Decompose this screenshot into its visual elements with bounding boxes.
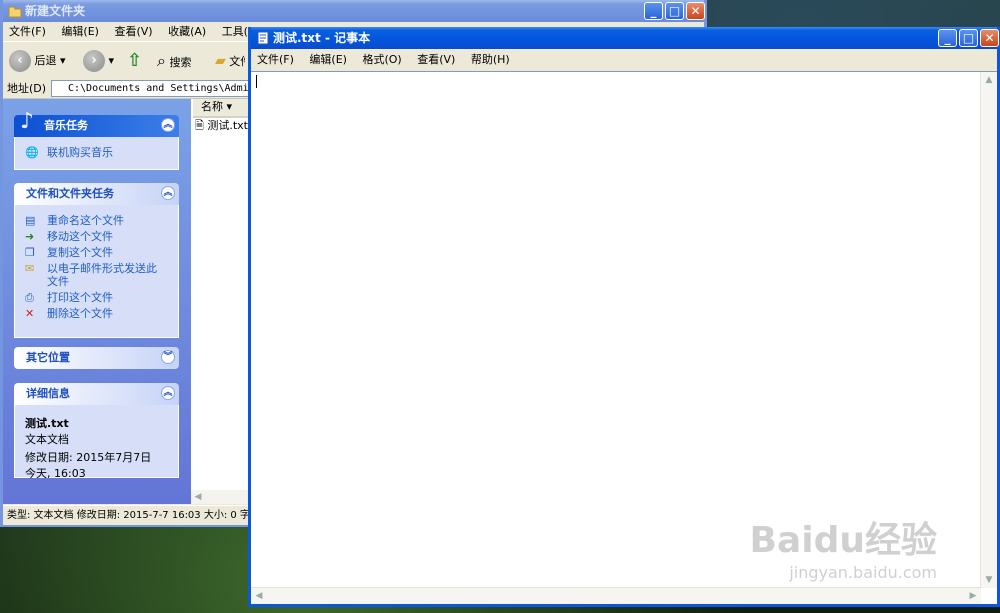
email-icon: ✉ xyxy=(25,262,35,275)
menu-help[interactable]: 帮助(H) xyxy=(465,49,516,70)
back-label: 后退 xyxy=(34,54,57,67)
buy-music-link[interactable]: 🌐 联机购买音乐 xyxy=(25,146,178,159)
globe-icon: 🌐 xyxy=(25,146,39,159)
notepad-titlebar[interactable]: 测试.txt - 记事本 _ □ ✕ xyxy=(251,27,999,49)
copy-label: 复制这个文件 xyxy=(47,246,113,259)
close-button[interactable]: ✕ xyxy=(980,29,999,47)
collapse-chevron-icon[interactable]: ︽ xyxy=(161,186,175,200)
text-caret xyxy=(256,75,257,88)
search-label: 搜索 xyxy=(169,56,192,69)
details-filename: 测试.txt xyxy=(25,417,69,430)
up-button[interactable]: ⇧ xyxy=(127,48,142,74)
details-modified: 修改日期: 2015年7月7日今天, 16:03 xyxy=(25,451,152,480)
expand-chevron-icon[interactable]: ︾ xyxy=(161,350,175,364)
email-label: 以电子邮件形式发送此文件 xyxy=(47,262,157,288)
file-tasks-title: 文件和文件夹任务 xyxy=(26,187,114,200)
music-tasks-title: 音乐任务 xyxy=(44,119,88,132)
printer-icon: ⎙ xyxy=(25,291,34,304)
editor-vscrollbar[interactable]: ▲ ▼ xyxy=(980,72,997,588)
file-item[interactable]: 🗎 测试.txt xyxy=(195,117,248,136)
search-button[interactable]: ⌕ 搜索 xyxy=(157,48,191,74)
music-tasks-body: 🌐 联机购买音乐 xyxy=(14,137,179,170)
back-arrow-icon: ‹ xyxy=(9,50,31,72)
move-file-link[interactable]: ➜ 移动这个文件 xyxy=(25,230,178,243)
folders-button[interactable]: ▰ 文件夹 xyxy=(215,48,245,74)
copy-file-link[interactable]: ❐ 复制这个文件 xyxy=(25,246,178,259)
forward-arrow-icon: › xyxy=(83,50,105,72)
delete-file-link[interactable]: ✕ 删除这个文件 xyxy=(25,307,178,320)
details-panel: 详细信息 ︽ 测试.txt 文本文档 修改日期: 2015年7月7日今天, 16… xyxy=(14,383,179,480)
print-label: 打印这个文件 xyxy=(47,291,113,304)
text-file-icon: 🗎 xyxy=(195,119,204,132)
music-note-icon: ♪ xyxy=(20,109,35,134)
copy-icon: ❐ xyxy=(25,246,35,259)
file-tasks-header[interactable]: 文件和文件夹任务 ︽ xyxy=(14,183,179,205)
rename-icon: ▤ xyxy=(25,214,36,227)
up-folder-icon: ⇧ xyxy=(127,50,143,71)
maximize-button[interactable]: □ xyxy=(665,2,684,20)
baidu-watermark: Baidu经验 jingyan.baidu.com xyxy=(750,511,937,582)
menu-file[interactable]: 文件(F) xyxy=(251,49,300,70)
delete-label: 删除这个文件 xyxy=(47,307,113,320)
other-places-title: 其它位置 xyxy=(26,351,70,364)
editor-hscrollbar[interactable]: ◀ ▶ xyxy=(251,587,981,604)
folders-label: 文件夹 xyxy=(229,55,245,68)
rename-label: 重命名这个文件 xyxy=(47,214,124,227)
move-icon: ➜ xyxy=(25,230,35,243)
other-places-panel: 其它位置 ︾ xyxy=(14,347,179,369)
menu-view[interactable]: 查看(V) xyxy=(411,49,461,70)
notepad-window: 测试.txt - 记事本 _ □ ✕ 文件(F) 编辑(E) 格式(O) 查看(… xyxy=(248,27,1000,607)
buy-music-label: 联机购买音乐 xyxy=(47,146,113,159)
maximize-button[interactable]: □ xyxy=(959,29,978,47)
scroll-right-arrow-icon[interactable]: ▶ xyxy=(966,589,980,603)
forward-button[interactable]: › ▾ xyxy=(83,48,114,74)
scroll-up-arrow-icon[interactable]: ▲ xyxy=(982,73,996,87)
back-button[interactable]: ‹ 后退 ▾ xyxy=(9,48,66,74)
scroll-left-arrow-icon[interactable]: ◀ xyxy=(191,490,205,504)
music-tasks-header[interactable]: ♪ 音乐任务 ︽ xyxy=(14,111,179,137)
details-body: 测试.txt 文本文档 修改日期: 2015年7月7日今天, 16:03 xyxy=(14,405,179,480)
watermark-logo: Baidu经验 xyxy=(749,520,937,561)
delete-x-icon: ✕ xyxy=(25,307,35,320)
menu-file[interactable]: 文件(F) xyxy=(3,22,52,41)
notepad-menubar: 文件(F) 编辑(E) 格式(O) 查看(V) 帮助(H) xyxy=(251,49,997,70)
minimize-button[interactable]: _ xyxy=(938,29,957,47)
file-item-name: 测试.txt xyxy=(207,119,248,132)
menu-edit[interactable]: 编辑(E) xyxy=(303,49,353,70)
collapse-chevron-icon[interactable]: ︽ xyxy=(161,386,175,400)
text-editor[interactable]: ▲ ▼ ◀ ▶ Baidu经验 jingyan.baidu.com xyxy=(251,71,997,604)
status-text: 类型: 文本文档 修改日期: 2015-7-7 16:03 大小: 0 字节 xyxy=(7,510,260,521)
scroll-left-arrow-icon[interactable]: ◀ xyxy=(252,589,266,603)
column-name-label: 名称 xyxy=(201,100,223,113)
file-tasks-panel: 文件和文件夹任务 ︽ ▤ 重命名这个文件 ➜ 移动这个文件 ❐ 复制这个文件 ✉ 以电子… xyxy=(14,183,179,338)
rename-file-link[interactable]: ▤ 重命名这个文件 xyxy=(25,214,178,227)
music-tasks-panel: ♪ 音乐任务 ︽ 🌐 联机购买音乐 xyxy=(14,111,179,170)
menu-format[interactable]: 格式(O) xyxy=(356,49,407,70)
details-title: 详细信息 xyxy=(26,387,70,400)
folder-icon xyxy=(8,6,22,18)
address-label: 地址(D) xyxy=(7,82,47,95)
file-tasks-body: ▤ 重命名这个文件 ➜ 移动这个文件 ❐ 复制这个文件 ✉ 以电子邮件形式发送此文件 ⎙… xyxy=(14,205,179,338)
details-filetype: 文本文档 xyxy=(25,433,69,446)
search-icon: ⌕ xyxy=(157,51,166,70)
watermark-url: jingyan.baidu.com xyxy=(789,563,937,582)
menu-view[interactable]: 查看(V) xyxy=(108,22,158,41)
print-file-link[interactable]: ⎙ 打印这个文件 xyxy=(25,291,178,304)
explorer-title: 新建文件夹 xyxy=(25,4,86,18)
notepad-title: 测试.txt - 记事本 xyxy=(273,31,371,45)
scroll-down-arrow-icon[interactable]: ▼ xyxy=(982,573,996,587)
notepad-icon xyxy=(257,31,269,45)
move-label: 移动这个文件 xyxy=(47,230,113,243)
menu-favorites[interactable]: 收藏(A) xyxy=(162,22,212,41)
explorer-titlebar[interactable]: 新建文件夹 _ □ ✕ xyxy=(3,0,705,22)
details-header[interactable]: 详细信息 ︽ xyxy=(14,383,179,405)
minimize-button[interactable]: _ xyxy=(644,2,663,20)
task-pane: ♪ 音乐任务 ︽ 🌐 联机购买音乐 文件和文件夹任务 ︽ ▤ 重命名这个文件 ➜ 移… xyxy=(3,99,191,504)
email-file-link[interactable]: ✉ 以电子邮件形式发送此文件 xyxy=(25,262,167,288)
folders-icon: ▰ xyxy=(215,53,226,69)
menu-edit[interactable]: 编辑(E) xyxy=(55,22,105,41)
other-places-header[interactable]: 其它位置 ︾ xyxy=(14,347,179,369)
collapse-chevron-icon[interactable]: ︽ xyxy=(161,118,175,132)
close-button[interactable]: ✕ xyxy=(686,2,705,20)
